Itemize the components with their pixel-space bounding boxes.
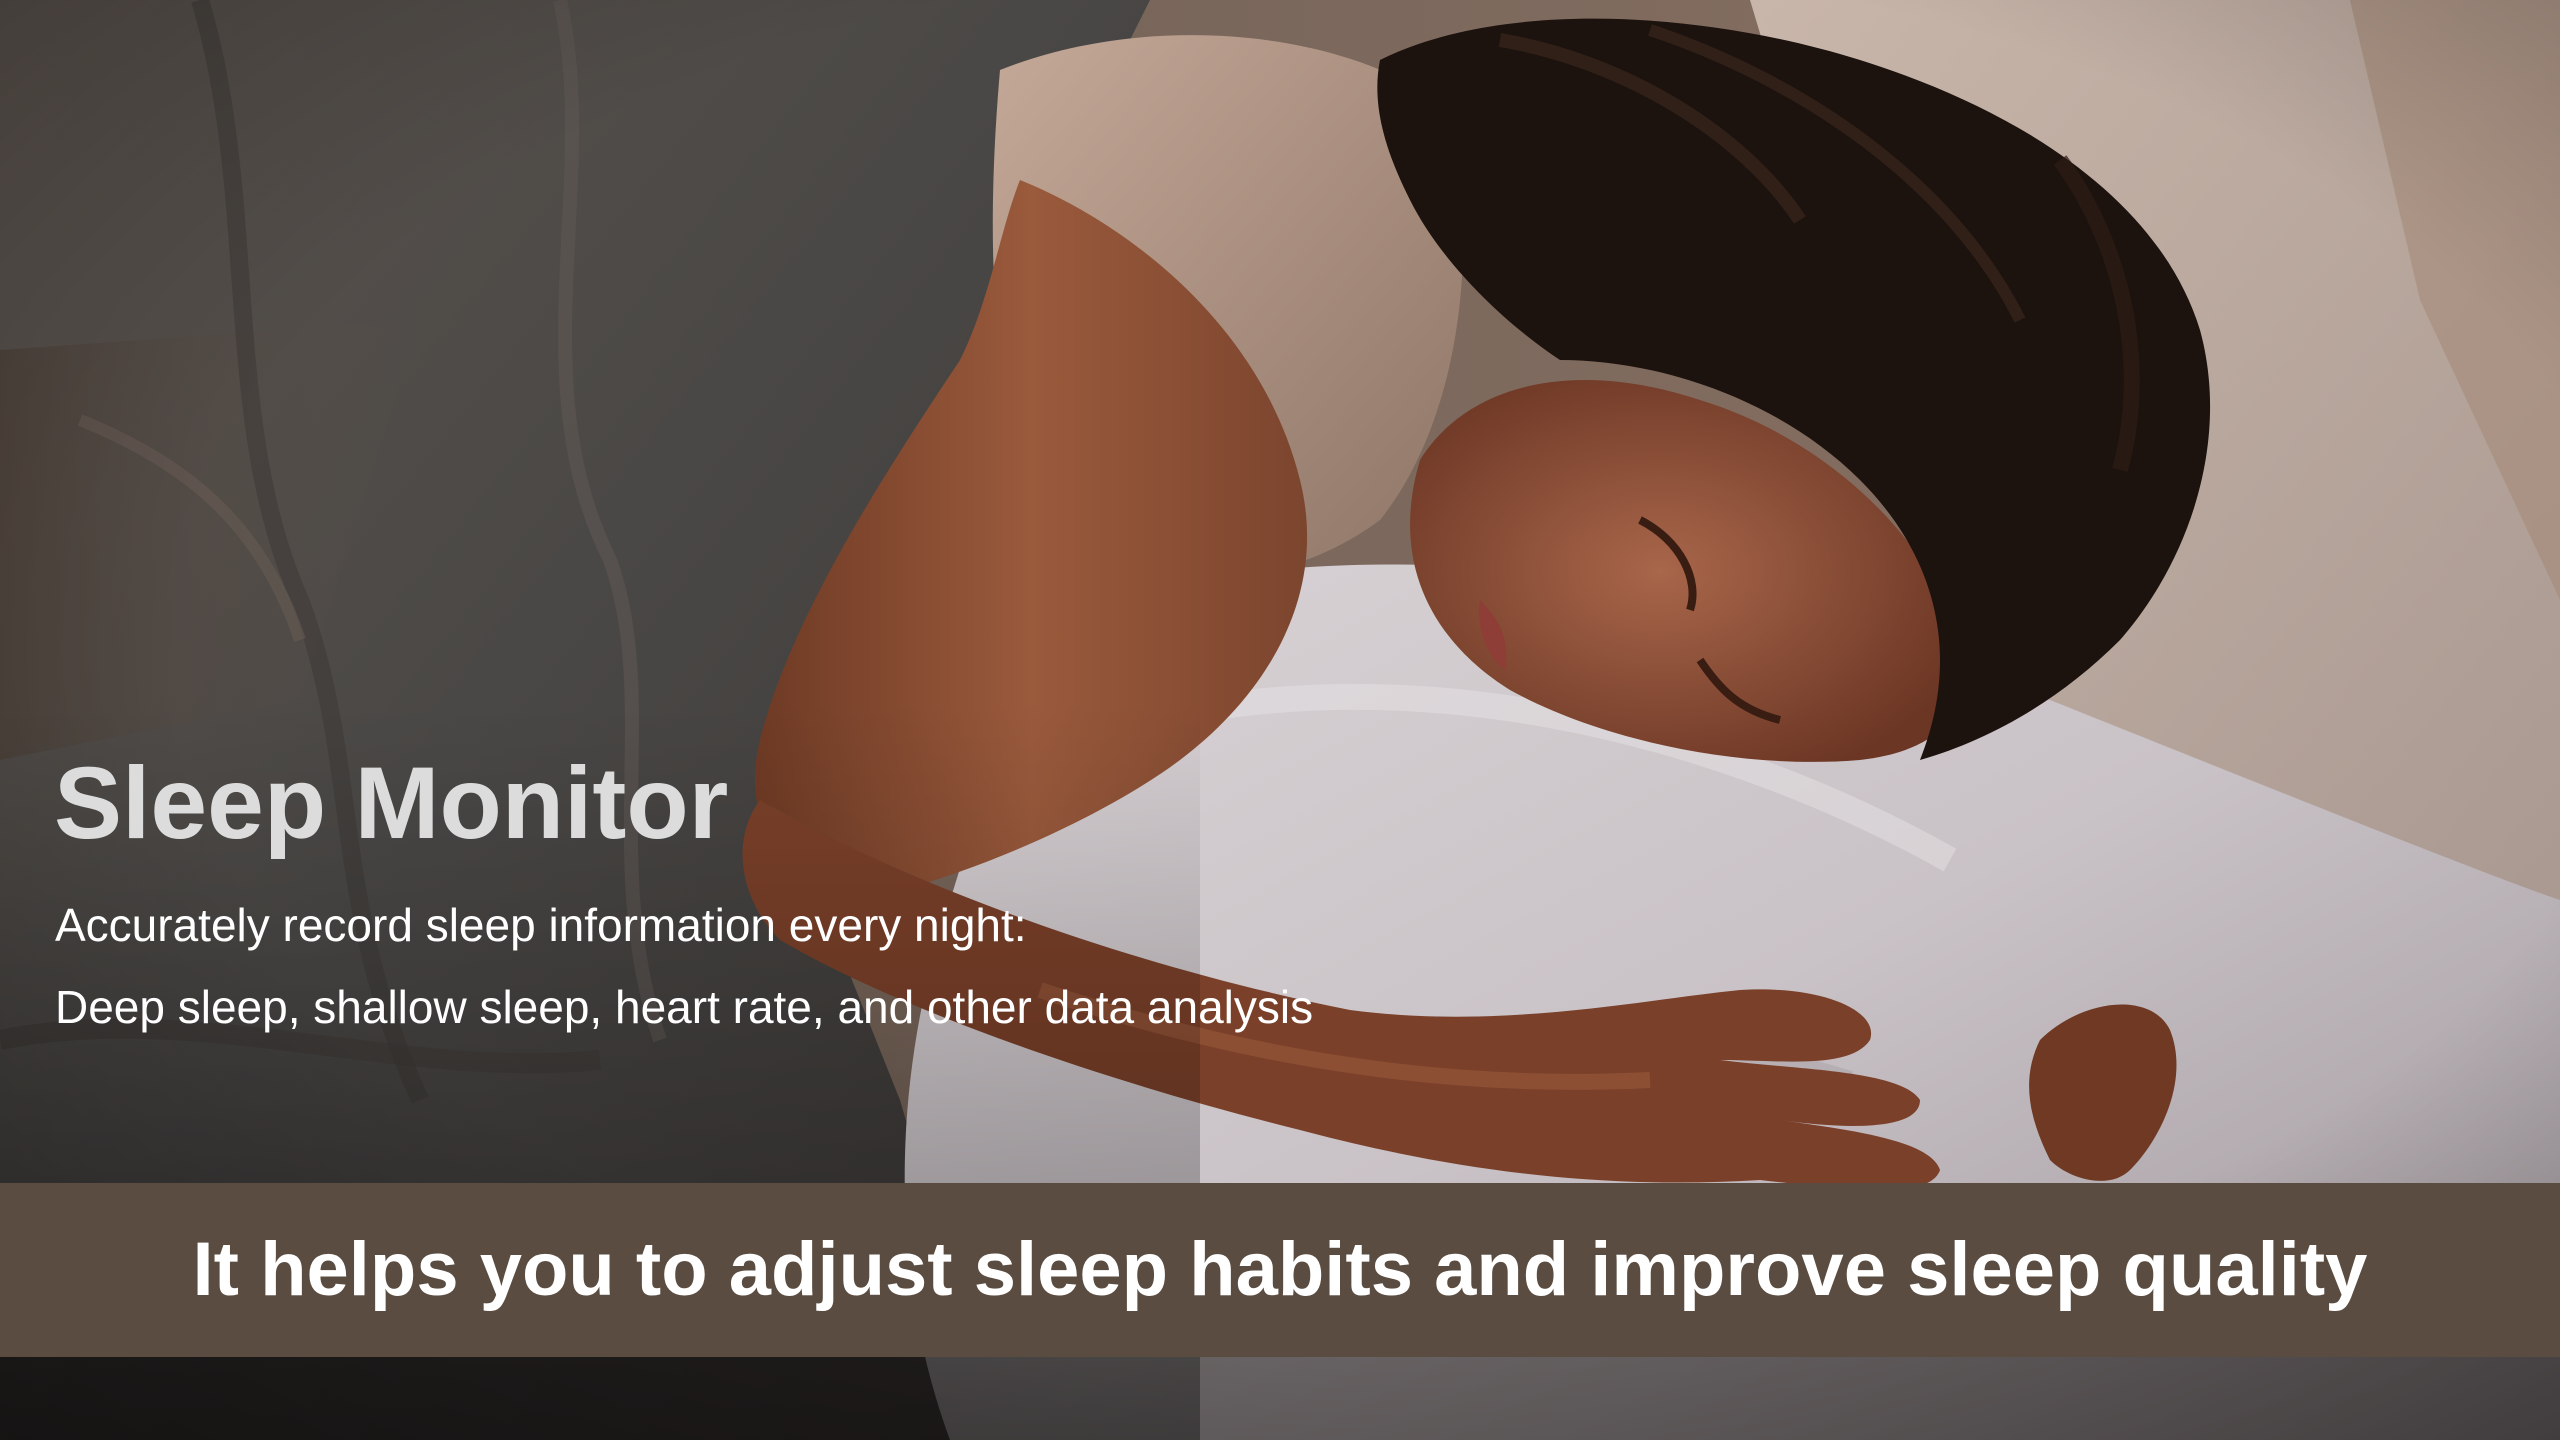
slide: Sleep Monitor Accurately record sleep in…: [0, 0, 2560, 1440]
description-line-2: Deep sleep, shallow sleep, heart rate, a…: [55, 981, 1314, 1033]
tagline-text: It helps you to adjust sleep habits and …: [192, 1227, 2368, 1312]
tagline-banner: It helps you to adjust sleep habits and …: [0, 1183, 2560, 1357]
description-line-1: Accurately record sleep information ever…: [55, 899, 1027, 951]
page-title: Sleep Monitor: [54, 746, 729, 860]
